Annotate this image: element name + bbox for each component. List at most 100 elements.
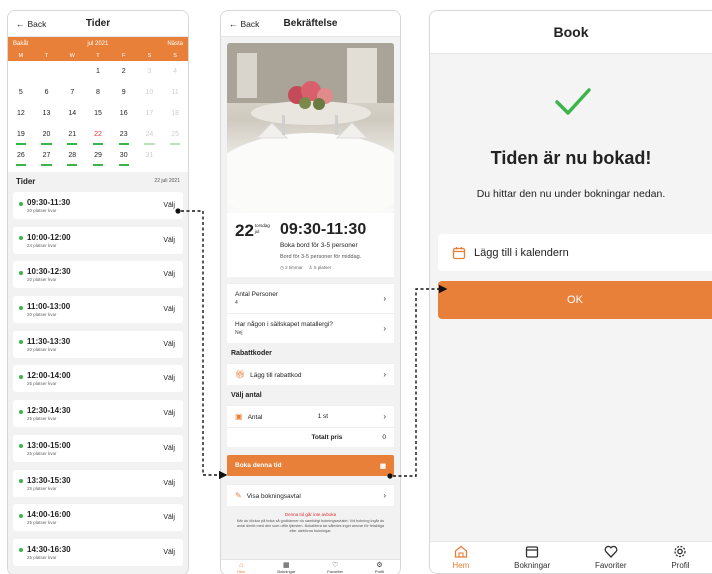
calendar-day[interactable]: 21 xyxy=(59,126,85,147)
calendar-day[interactable]: 13 xyxy=(34,105,60,126)
slot-item[interactable]: 11:30-13:30 20 platser kvar Välj xyxy=(13,330,183,358)
availability-bar xyxy=(41,143,52,145)
availability-bar xyxy=(92,164,104,166)
calendar-day[interactable]: 27 xyxy=(34,147,60,168)
calendar-day[interactable]: 12 xyxy=(8,105,34,126)
add-to-calendar-button[interactable]: Lägg till i kalendern xyxy=(438,234,712,271)
tab-bookings[interactable]: ▦ Bokningar xyxy=(277,561,295,574)
select-slot-button[interactable]: Välj xyxy=(163,375,175,382)
select-slot-button[interactable]: Välj xyxy=(163,514,175,521)
available-dot-icon xyxy=(19,340,23,345)
calendar-icon: ▦ xyxy=(283,562,290,569)
slot-item[interactable]: 12:30-14:30 25 platser kvar Välj xyxy=(13,400,183,428)
calendar-day[interactable]: 8 xyxy=(85,84,111,105)
book-button[interactable]: Boka denna tid ▦ xyxy=(227,455,394,476)
slot-seats: 25 platser kvar xyxy=(27,485,57,491)
slot-item[interactable]: 10:30-12:30 20 platser kvar Välj xyxy=(13,261,183,289)
back-button[interactable]: ← Back xyxy=(229,19,259,29)
tab-bookings[interactable]: Bokningar xyxy=(514,545,550,570)
quantity-value: 1 st xyxy=(317,413,329,420)
select-slot-button[interactable]: Välj xyxy=(163,202,175,209)
availability-bar xyxy=(41,164,52,166)
calendar-day[interactable]: 30 xyxy=(111,147,137,168)
next-month-button[interactable]: Nästa xyxy=(167,41,183,47)
tab-label: Bokningar xyxy=(277,569,296,574)
add-discount-button[interactable]: 🎁︎ Lägg till rabattkod › xyxy=(227,363,394,385)
calendar-day[interactable]: 5 xyxy=(8,84,34,105)
tab-label: Favoriter xyxy=(327,569,344,574)
checkmark-icon xyxy=(555,88,591,115)
prev-month-button[interactable]: Bakåt xyxy=(13,41,28,47)
select-slot-button[interactable]: Välj xyxy=(163,445,175,452)
availability-bar xyxy=(169,143,181,145)
day-number: 25 xyxy=(171,131,180,138)
weekday-label: S xyxy=(173,53,177,59)
selected-date: 22 juli 2021 xyxy=(154,178,180,184)
calendar-day[interactable]: 6 xyxy=(34,84,60,105)
select-slot-button[interactable]: Välj xyxy=(163,549,175,556)
tab-home[interactable]: Hem xyxy=(452,545,469,570)
tab-profile[interactable]: ⚙︎ Profil xyxy=(375,561,384,574)
allergy-value: Nej xyxy=(235,330,243,336)
persons-field[interactable]: Antal Personer 4 › xyxy=(227,283,394,313)
select-slot-button[interactable]: Välj xyxy=(163,480,175,487)
quantity-field[interactable]: ▣ Antal 1 st › xyxy=(227,405,394,427)
slot-seats: 20 platser kvar xyxy=(27,277,57,283)
allergy-field[interactable]: Har någon i sällskapet matallergi? Nej › xyxy=(227,313,394,343)
discount-heading: Rabattkoder xyxy=(231,349,272,357)
select-slot-button[interactable]: Välj xyxy=(163,306,175,313)
day-number: 26 xyxy=(16,152,25,159)
slot-time: 12:00-14:00 xyxy=(27,371,71,381)
chevron-right-icon: › xyxy=(383,412,386,421)
calendar-day[interactable]: 7 xyxy=(59,84,85,105)
slot-time: 12:30-14:30 xyxy=(27,406,71,416)
calendar-day[interactable]: 16 xyxy=(111,105,137,126)
calendar-day-disabled: 18 xyxy=(171,110,180,117)
slot-item[interactable]: 13:00-15:00 25 platser kvar Välj xyxy=(13,434,183,462)
calendar-day-selected[interactable]: 22 xyxy=(85,126,111,147)
clock-icon: ◷ xyxy=(279,265,284,270)
slot-item[interactable]: 12:00-14:00 25 platser kvar Välj xyxy=(13,365,183,393)
slot-item[interactable]: 09:30-11:30 20 platser kvar Välj xyxy=(13,192,183,219)
slot-item[interactable]: 11:00-13:00 20 platser kvar Välj xyxy=(13,296,183,324)
calendar-day[interactable]: 2 xyxy=(111,63,137,84)
slot-time: 13:00-15:00 xyxy=(27,440,71,450)
select-slot-button[interactable]: Välj xyxy=(163,341,175,348)
slot-time: 11:00-13:00 xyxy=(27,302,71,312)
gear-icon: ⚙︎ xyxy=(376,562,383,569)
slot-item[interactable]: 14:30-16:30 25 platser kvar Välj xyxy=(13,538,183,566)
calendar-day[interactable]: 1 xyxy=(85,63,111,84)
back-button[interactable]: ← Back xyxy=(16,19,46,29)
booking-date: 22 torsdag jul xyxy=(235,221,270,271)
calendar-day[interactable]: 9 xyxy=(111,84,137,105)
tab-favorites[interactable]: ♡ Favoriter xyxy=(327,561,343,574)
person-icon: ♙ xyxy=(308,265,313,270)
select-slot-button[interactable]: Välj xyxy=(163,410,175,417)
ok-button[interactable]: OK xyxy=(438,281,712,319)
tab-home[interactable]: ⌂ Hem xyxy=(237,562,245,574)
available-dot-icon xyxy=(19,236,23,241)
calendar-day[interactable]: 20 xyxy=(34,126,60,147)
weekday-row: M T W T F S S xyxy=(8,51,188,61)
calendar-day[interactable]: 14 xyxy=(59,105,85,126)
availability-bar xyxy=(118,143,129,145)
slot-item[interactable]: 13:30-15:30 25 platser kvar Välj xyxy=(13,469,183,497)
slot-item[interactable]: 14:00-16:00 25 platser kvar Välj xyxy=(13,504,183,532)
tab-favorites[interactable]: Favoriter xyxy=(595,545,627,570)
terms-button[interactable]: ✎ Visa bokningsavtal › xyxy=(227,484,394,506)
calendar-day[interactable]: 28 xyxy=(59,147,85,168)
select-slot-button[interactable]: Välj xyxy=(163,237,175,244)
available-dot-icon xyxy=(19,201,23,206)
calendar-day[interactable]: 15 xyxy=(85,105,111,126)
slot-item[interactable]: 10:00-12:00 24 platser kvar Välj xyxy=(13,226,183,254)
calendar-day[interactable]: 19 xyxy=(8,126,34,147)
calendar-day[interactable]: 26 xyxy=(8,147,34,168)
calendar-day[interactable]: 29 xyxy=(85,147,111,168)
restaurant-photo xyxy=(227,43,394,213)
restaurant-photo-illustration xyxy=(227,43,394,213)
calendar-day[interactable]: 23 xyxy=(111,126,137,147)
availability-bar xyxy=(144,143,155,145)
day-number: 28 xyxy=(68,152,77,159)
tab-profile[interactable]: Profil xyxy=(671,545,690,570)
select-slot-button[interactable]: Välj xyxy=(163,271,175,278)
